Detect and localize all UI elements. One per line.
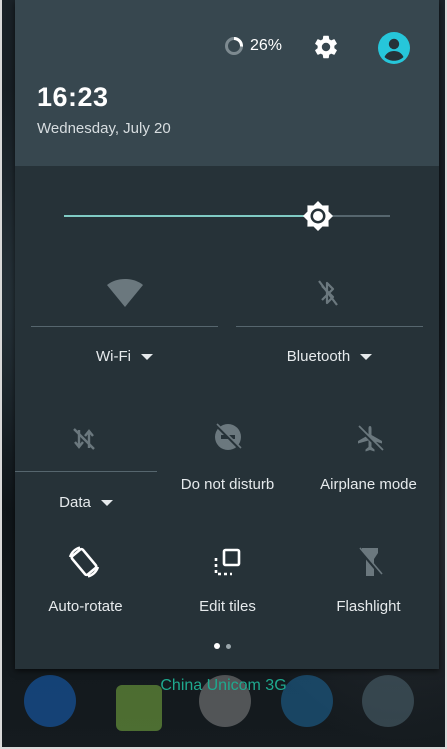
chevron-down-icon [360, 354, 373, 361]
quick-settings-header: 26% 16:23 Wednesday, July 20 [15, 0, 439, 166]
edit-tiles-label[interactable]: Edit tiles [157, 598, 298, 615]
auto-rotate-icon[interactable] [66, 544, 102, 580]
edit-tiles-icon[interactable] [212, 546, 244, 578]
data-tile-label[interactable]: Data [15, 494, 157, 511]
carrier-label: China Unicom 3G [160, 677, 287, 694]
chevron-down-icon [100, 500, 113, 507]
clock-time[interactable]: 16:23 [37, 82, 109, 113]
brightness-thumb-icon[interactable] [301, 199, 335, 233]
bluetooth-tile-label[interactable]: Bluetooth [236, 348, 423, 365]
flashlight-off-icon[interactable] [357, 546, 383, 578]
bluetooth-label-text: Bluetooth [286, 348, 351, 365]
data-divider [15, 471, 157, 472]
brightness-slider-fill [64, 215, 319, 217]
brightness-slider[interactable] [64, 201, 390, 231]
battery-indicator[interactable]: 26% [224, 36, 282, 56]
mobile-data-off-icon[interactable] [71, 426, 97, 452]
airplane-tile-label[interactable]: Airplane mode [298, 476, 439, 493]
battery-circle-icon [225, 37, 243, 55]
bluetooth-divider [236, 326, 423, 327]
chevron-down-icon [140, 354, 153, 361]
autorotate-tile-label[interactable]: Auto-rotate [15, 598, 156, 615]
dnd-tile-label[interactable]: Do not disturb [157, 476, 298, 493]
wifi-divider [31, 326, 218, 327]
page-dot-active [214, 643, 220, 649]
user-avatar-icon[interactable] [377, 31, 411, 65]
wifi-icon[interactable] [106, 278, 144, 308]
page-dot [226, 643, 231, 649]
date-label[interactable]: Wednesday, July 20 [37, 120, 171, 137]
settings-gear-icon[interactable] [312, 33, 340, 61]
data-label-text: Data [59, 494, 91, 511]
page-indicator [214, 643, 231, 649]
wifi-tile-label[interactable]: Wi-Fi [31, 348, 218, 365]
battery-percent: 26% [250, 37, 283, 54]
wifi-label-text: Wi-Fi [96, 348, 131, 365]
quick-settings-panel: 26% 16:23 Wednesday, July 20 Wi-Fi Bluet… [15, 0, 439, 669]
flashlight-tile-label[interactable]: Flashlight [298, 598, 439, 615]
airplane-off-icon[interactable] [355, 424, 385, 454]
do-not-disturb-off-icon[interactable] [213, 422, 243, 452]
bluetooth-off-icon[interactable] [317, 278, 339, 308]
